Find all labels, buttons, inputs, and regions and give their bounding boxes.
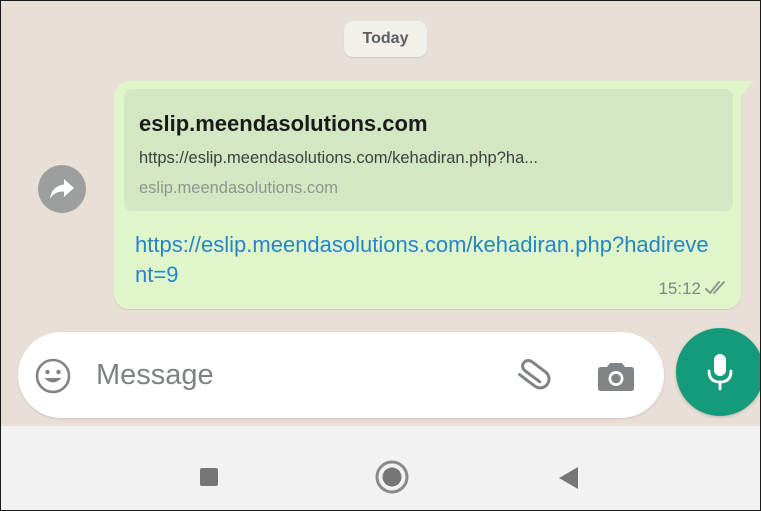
link-preview-domain: eslip.meendasolutions.com [139,179,339,197]
message-composer [18,332,664,418]
home-circle-icon[interactable] [371,456,413,498]
back-triangle-icon[interactable] [556,464,580,492]
bubble-tail [740,81,754,97]
paperclip-icon[interactable] [508,354,554,400]
recents-square-icon[interactable] [200,468,218,486]
message-input[interactable] [96,352,476,398]
screen-frame: Today eslip.meendasolutions.com https://… [0,0,761,511]
double-check-icon [705,281,725,294]
forward-arrow-icon [50,179,74,199]
link-preview-url: https://eslip.meendasolutions.com/kehadi… [139,149,538,167]
outgoing-message-bubble[interactable]: eslip.meendasolutions.com https://eslip.… [114,81,741,309]
microphone-icon [707,354,733,391]
link-preview-title: eslip.meendasolutions.com [139,111,428,136]
forward-button[interactable] [38,165,86,213]
message-time: 15:12 [658,279,701,298]
message-link[interactable]: https://eslip.meendasolutions.com/kehadi… [135,230,715,290]
emoji-icon[interactable] [33,356,73,396]
system-navigation-bar [1,426,760,510]
voice-record-button[interactable] [676,328,760,416]
link-preview-card[interactable]: eslip.meendasolutions.com https://eslip.… [124,89,733,211]
date-chip: Today [344,21,427,57]
camera-icon[interactable] [594,355,638,399]
